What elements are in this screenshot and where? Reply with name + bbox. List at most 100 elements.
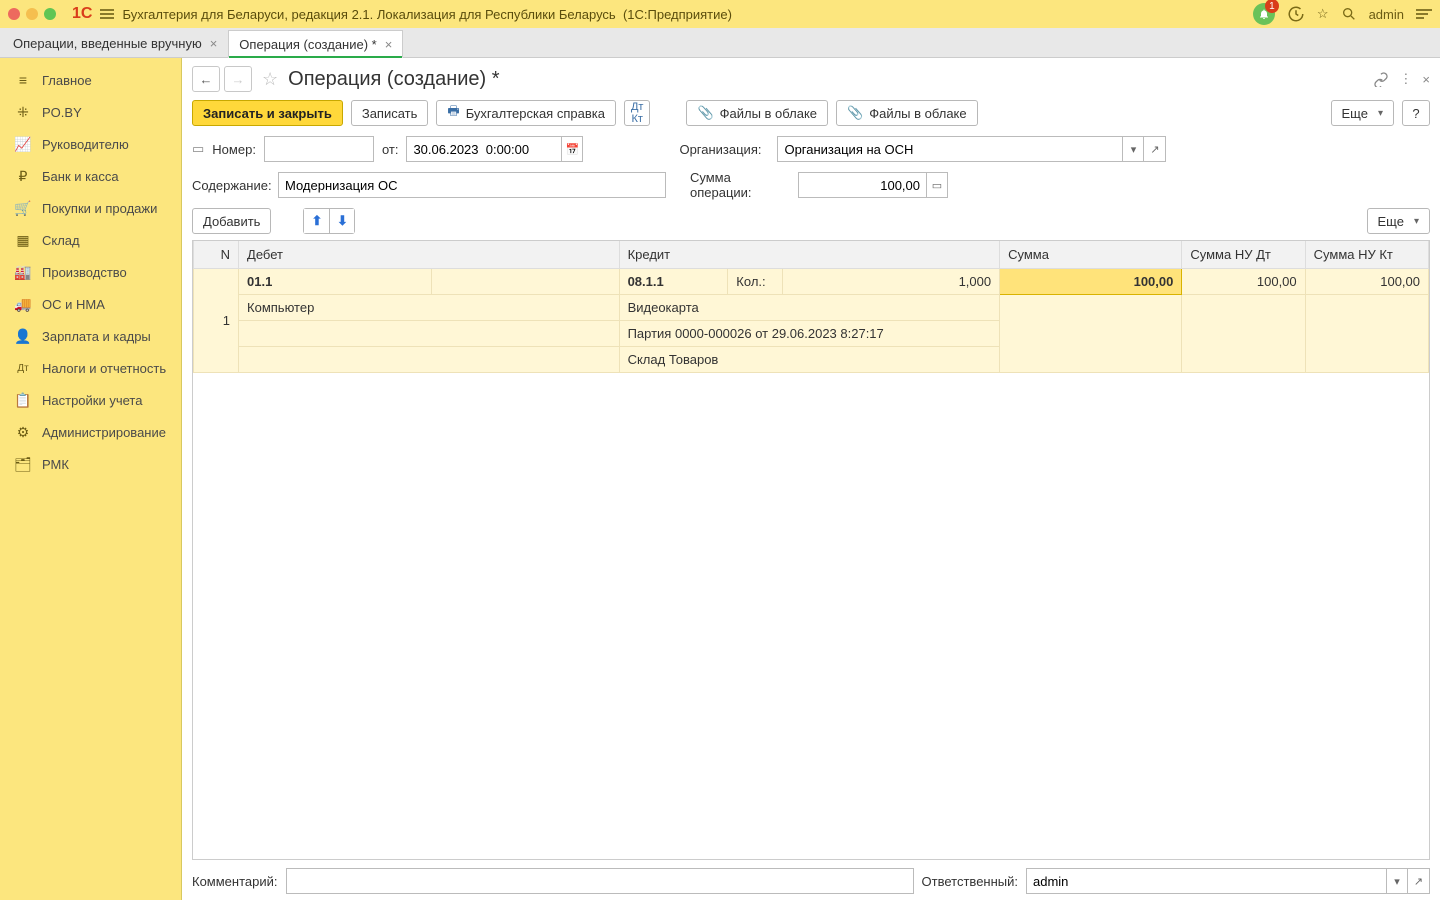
cell-debit-analytic3[interactable] xyxy=(239,347,620,373)
maximize-window-icon[interactable] xyxy=(44,8,56,20)
content-input[interactable] xyxy=(278,172,666,198)
close-page-icon[interactable]: × xyxy=(1422,72,1430,87)
sidebar-item-admin[interactable]: ⚙Администрирование xyxy=(0,416,181,448)
responsible-input[interactable] xyxy=(1026,868,1386,894)
cell-sum-nu-kt[interactable]: 100,00 xyxy=(1305,269,1428,295)
sum-input-wrap: ▭ xyxy=(798,172,948,198)
sum-input[interactable] xyxy=(798,172,926,198)
cell-sum-empty[interactable] xyxy=(1000,295,1182,373)
calculator-icon[interactable]: ▭ xyxy=(926,172,948,198)
notifications-icon[interactable]: 1 xyxy=(1253,3,1275,25)
chart-icon: 📈 xyxy=(14,136,32,153)
save-button[interactable]: Записать xyxy=(351,100,429,126)
sidebar-item-settings[interactable]: 📋Настройки учета xyxy=(0,384,181,416)
responsible-input-wrap: ▾ ↗ xyxy=(1026,868,1430,894)
cloud-files-button-2[interactable]: 📎Файлы в облаке xyxy=(836,100,978,126)
cell-debit-analytic1[interactable]: Компьютер xyxy=(239,295,620,321)
cell-sum-nu-dt[interactable]: 100,00 xyxy=(1182,269,1305,295)
cell-sum-nu-dt-empty[interactable] xyxy=(1182,295,1305,373)
cell-n[interactable]: 1 xyxy=(194,269,239,373)
sidebar: ≡Главное ⁜PO.BY 📈Руководителю ₽Банк и ка… xyxy=(0,58,182,900)
calendar-icon[interactable]: 📅 xyxy=(561,136,583,162)
link-icon[interactable] xyxy=(1373,71,1389,87)
help-button[interactable]: ? xyxy=(1402,100,1430,126)
entries-grid[interactable]: N Дебет Кредит Сумма Сумма НУ Дт Сумма Н… xyxy=(192,240,1430,860)
comment-label: Комментарий: xyxy=(192,874,278,889)
settings-menu-icon[interactable] xyxy=(1416,9,1432,19)
tab-operation-create[interactable]: Операция (создание) * × xyxy=(228,30,403,58)
sidebar-item-label: Производство xyxy=(42,265,127,280)
entry-row[interactable]: 1 01.1 08.1.1 Кол.: 1,000 100,00 100,00 … xyxy=(194,269,1429,295)
open-icon[interactable]: ↗ xyxy=(1408,868,1430,894)
sidebar-item-poby[interactable]: ⁜PO.BY xyxy=(0,96,181,128)
col-debit[interactable]: Дебет xyxy=(239,241,620,269)
entry-row-sub1[interactable]: Компьютер Видеокарта xyxy=(194,295,1429,321)
dropdown-icon[interactable]: ▾ xyxy=(1386,868,1408,894)
printer-icon: 🖶 xyxy=(447,102,459,124)
more-button[interactable]: Еще xyxy=(1331,100,1394,126)
cell-credit-analytic1[interactable]: Видеокарта xyxy=(619,295,1000,321)
sidebar-item-assets[interactable]: 🚚ОС и НМА xyxy=(0,288,181,320)
history-icon[interactable] xyxy=(1287,5,1305,23)
user-label[interactable]: admin xyxy=(1369,7,1404,22)
save-close-button[interactable]: Записать и закрыть xyxy=(192,100,343,126)
org-input-wrap: ▾ ↗ xyxy=(777,136,1166,162)
date-input[interactable] xyxy=(406,136,561,162)
sidebar-item-production[interactable]: 🏭Производство xyxy=(0,256,181,288)
favorite-star-icon[interactable]: ☆ xyxy=(262,69,278,90)
col-sum-nu-kt[interactable]: Сумма НУ Кт xyxy=(1305,241,1428,269)
date-input-wrap: 📅 xyxy=(406,136,583,162)
page-header: ← → ☆ Операция (создание) * ⋮ × xyxy=(192,66,1430,92)
nav-back-button[interactable]: ← xyxy=(192,66,220,92)
cell-qty[interactable]: 1,000 xyxy=(782,269,999,295)
cell-credit-analytic2[interactable]: Партия 0000-000026 от 29.06.2023 8:27:17 xyxy=(619,321,1000,347)
cell-sum-nu-kt-empty[interactable] xyxy=(1305,295,1428,373)
cell-debit-analytic2[interactable] xyxy=(239,321,620,347)
favorites-star-icon[interactable]: ☆ xyxy=(1317,6,1329,22)
sidebar-item-manager[interactable]: 📈Руководителю xyxy=(0,128,181,160)
col-sum-nu-dt[interactable]: Сумма НУ Дт xyxy=(1182,241,1305,269)
close-icon[interactable]: × xyxy=(210,36,218,51)
close-icon[interactable]: × xyxy=(385,37,393,52)
print-reference-button[interactable]: 🖶Бухгалтерская справка xyxy=(436,100,616,126)
cell-sum[interactable]: 100,00 xyxy=(1000,269,1182,295)
cell-credit-analytic3[interactable]: Склад Товаров xyxy=(619,347,1000,373)
dtkt-button[interactable]: ДтКт xyxy=(624,100,651,126)
col-n[interactable]: N xyxy=(194,241,239,269)
move-up-button[interactable]: ⬆ xyxy=(303,208,329,234)
cell-qty-label[interactable]: Кол.: xyxy=(728,269,782,295)
minimize-window-icon[interactable] xyxy=(26,8,38,20)
org-input[interactable] xyxy=(777,136,1122,162)
cell-debit-extra[interactable] xyxy=(431,269,619,295)
sidebar-item-main[interactable]: ≡Главное xyxy=(0,64,181,96)
sidebar-item-label: PO.BY xyxy=(42,105,82,120)
col-sum[interactable]: Сумма xyxy=(1000,241,1182,269)
sidebar-item-bank[interactable]: ₽Банк и касса xyxy=(0,160,181,192)
cloud-files-button-1[interactable]: 📎Файлы в облаке xyxy=(686,100,828,126)
col-credit[interactable]: Кредит xyxy=(619,241,1000,269)
cell-credit-acct[interactable]: 08.1.1 xyxy=(619,269,728,295)
sidebar-item-label: ОС и НМА xyxy=(42,297,105,312)
sidebar-item-sales[interactable]: 🛒Покупки и продажи xyxy=(0,192,181,224)
search-icon[interactable] xyxy=(1341,6,1357,22)
sidebar-item-warehouse[interactable]: ▦Склад xyxy=(0,224,181,256)
move-down-button[interactable]: ⬇ xyxy=(329,208,355,234)
add-row-button[interactable]: Добавить xyxy=(192,208,271,234)
sidebar-item-taxes[interactable]: ДтНалоги и отчетность xyxy=(0,352,181,384)
number-input[interactable] xyxy=(264,136,374,162)
paperclip-icon: 📎 xyxy=(697,105,713,121)
cell-debit-acct[interactable]: 01.1 xyxy=(239,269,432,295)
dropdown-icon[interactable]: ▾ xyxy=(1122,136,1144,162)
sidebar-item-rmk[interactable]: 🗂РМК xyxy=(0,448,181,480)
comment-input[interactable] xyxy=(286,868,914,894)
close-window-icon[interactable] xyxy=(8,8,20,20)
tab-label: Операции, введенные вручную xyxy=(13,36,202,51)
main-menu-icon[interactable] xyxy=(100,9,114,19)
open-icon[interactable]: ↗ xyxy=(1144,136,1166,162)
sidebar-item-hr[interactable]: 👤Зарплата и кадры xyxy=(0,320,181,352)
table-more-button[interactable]: Еще xyxy=(1367,208,1430,234)
tab-operations-list[interactable]: Операции, введенные вручную × xyxy=(2,29,228,57)
nav-forward-button[interactable]: → xyxy=(224,66,252,92)
folder-icon: 🗂 xyxy=(14,456,32,473)
kebab-menu-icon[interactable]: ⋮ xyxy=(1399,71,1412,87)
